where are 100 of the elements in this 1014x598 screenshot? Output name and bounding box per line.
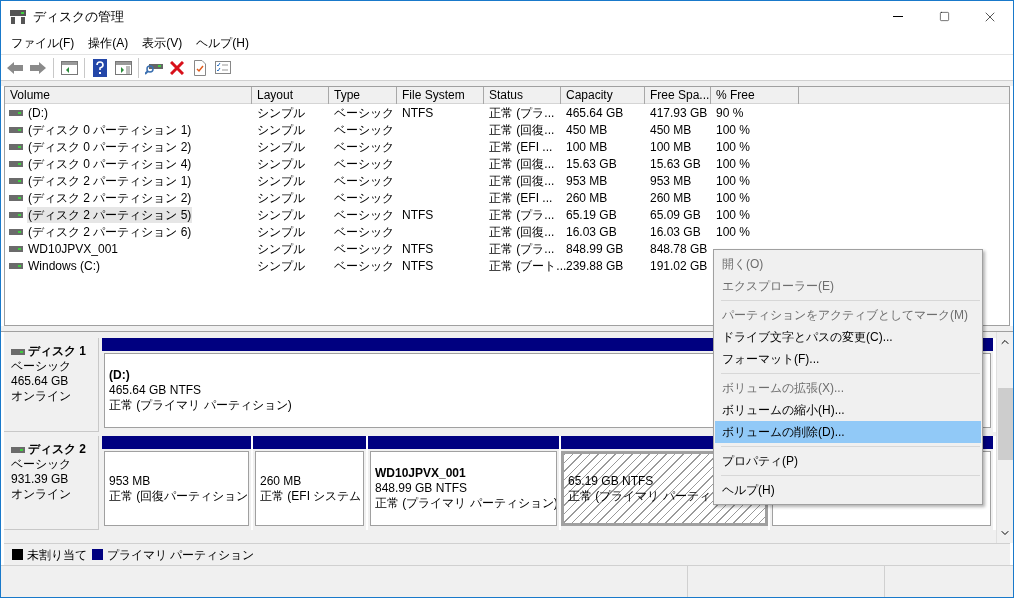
partition-size: 260 MB (260, 473, 302, 489)
menu-item[interactable]: 表示(V) (136, 33, 189, 53)
volume-name[interactable]: (D:) (27, 104, 49, 121)
disk-name: ディスク 2 (28, 442, 86, 457)
table-cell: 260 MB (565, 189, 609, 206)
table-cell: NTFS (401, 257, 435, 274)
table-cell: 953 MB (565, 172, 609, 189)
table-cell: シンプル (256, 138, 306, 155)
partition-status: 正常 (プライマリ パーティ (568, 488, 711, 504)
table-cell: ベーシック (333, 206, 395, 223)
table-cell: 100 % (715, 121, 752, 138)
table-cell: 450 MB (565, 121, 609, 138)
table-cell: 正常 (EFI ... (488, 189, 554, 206)
column-header[interactable]: Capacity (561, 87, 645, 104)
column-header[interactable]: Free Spa... (645, 87, 711, 104)
table-cell: 191.02 GB (649, 257, 709, 274)
menu-item[interactable]: ドライブ文字とパスの変更(C)... (715, 326, 981, 348)
table-cell: シンプル (256, 240, 306, 257)
partition-block[interactable]: 260 MB 正常 (EFI システム (255, 451, 364, 526)
partition-status: 正常 (回復パーティション (109, 488, 248, 504)
table-cell: ベーシック (333, 189, 395, 206)
partition-name: (D:) (109, 368, 130, 383)
table-cell: 848.78 GB (649, 240, 709, 257)
table-cell: 16.03 GB (565, 223, 618, 240)
volume-name[interactable]: (ディスク 2 パーティション 5) (27, 206, 193, 223)
table-cell: NTFS (401, 240, 435, 257)
table-cell: 90 % (715, 104, 745, 121)
legend-label: プライマリ パーティション (107, 546, 255, 564)
window-title: ディスクの管理 (33, 7, 124, 26)
disk-info-panel[interactable]: ディスク 2 ベーシック 931.39 GB オンライン (4, 436, 99, 530)
volume-name[interactable]: WD10JPVX_001 (27, 240, 120, 257)
disk-status: オンライン (11, 487, 72, 502)
table-cell: シンプル (256, 189, 306, 206)
volume-name[interactable]: (ディスク 2 パーティション 6) (27, 223, 193, 240)
table-cell: 65.19 GB (565, 206, 618, 223)
menu-item[interactable]: ボリュームの縮小(H)... (715, 399, 981, 421)
disk-size: 465.64 GB (11, 374, 70, 389)
table-cell: 848.99 GB (565, 240, 625, 257)
volume-name[interactable]: (ディスク 0 パーティション 2) (27, 138, 193, 155)
disk-info-panel[interactable]: ディスク 1 ベーシック 465.64 GB オンライン (4, 338, 99, 432)
table-cell-text: 正常 (ブート... (488, 257, 567, 274)
table-cell: 260 MB (649, 189, 693, 206)
table-cell: 16.03 GB (649, 223, 702, 240)
table-cell: シンプル (256, 155, 306, 172)
partition-size: 848.99 GB NTFS (375, 481, 468, 496)
table-cell: 100 % (715, 206, 752, 223)
partition-size: 953 MB (109, 473, 151, 489)
disk-name: ディスク 1 (28, 344, 86, 359)
partition-size: 65.19 GB NTFS (568, 473, 654, 489)
column-header[interactable]: Volume (5, 87, 252, 104)
table-cell: シンプル (256, 121, 306, 138)
table-cell: 65.09 GB (649, 206, 702, 223)
column-header[interactable]: Status (484, 87, 561, 104)
table-cell: 正常 (プラ... (488, 206, 556, 223)
volume-name[interactable]: (ディスク 0 パーティション 1) (27, 121, 193, 138)
table-cell: 100 % (715, 223, 752, 240)
menu-item[interactable]: ファイル(F) (5, 33, 81, 53)
table-cell: ベーシック (333, 155, 395, 172)
table-cell: 15.63 GB (649, 155, 702, 172)
table-cell: 100 MB (565, 138, 609, 155)
table-cell: 正常 (回復... (488, 155, 556, 172)
volume-name[interactable]: Windows (C:) (27, 257, 101, 274)
table-cell: 100 % (715, 172, 752, 189)
table-cell: 100 % (715, 189, 752, 206)
menu-item[interactable]: ヘルプ(H) (190, 33, 255, 53)
column-header[interactable]: % Free (711, 87, 799, 104)
column-header[interactable]: Type (329, 87, 397, 104)
column-header[interactable]: Layout (252, 87, 329, 104)
menu-item[interactable]: ボリュームの削除(D)... (715, 421, 981, 443)
table-cell: NTFS (401, 206, 435, 223)
table-cell: 450 MB (649, 121, 693, 138)
legend-label: 未割り当て (27, 546, 87, 564)
volume-name[interactable]: (ディスク 2 パーティション 1) (27, 172, 193, 189)
table-cell: 239.88 GB (565, 257, 625, 274)
table-cell: NTFS (401, 104, 435, 121)
menu-item[interactable]: 操作(A) (82, 33, 135, 53)
partition-block[interactable]: 953 MB 正常 (回復パーティション (104, 451, 249, 526)
table-cell: ベーシック (333, 257, 395, 274)
partition-name: WD10JPVX_001 (375, 466, 466, 481)
table-cell: シンプル (256, 104, 306, 121)
table-cell: 15.63 GB (565, 155, 618, 172)
disk-type: ベーシック (11, 457, 72, 472)
table-cell: シンプル (256, 172, 306, 189)
table-cell: ベーシック (333, 172, 395, 189)
table-cell: ベーシック (333, 104, 395, 121)
column-header[interactable]: File System (397, 87, 484, 104)
table-cell: ベーシック (333, 240, 395, 257)
table-cell: 100 % (715, 138, 752, 155)
volume-name[interactable]: (ディスク 0 パーティション 4) (27, 155, 193, 172)
table-cell: 正常 (回復... (488, 223, 556, 240)
table-cell: 正常 (EFI ... (488, 138, 554, 155)
disk-size: 931.39 GB (11, 472, 70, 487)
partition-status: 正常 (プライマリ パーティション) (109, 398, 292, 413)
disk-type: ベーシック (11, 359, 72, 374)
table-cell: 正常 (回復... (488, 172, 556, 189)
table-cell: 417.93 GB (649, 104, 709, 121)
table-cell: シンプル (256, 223, 306, 240)
partition-status: 正常 (EFI システム (260, 488, 362, 504)
disk-status: オンライン (11, 389, 72, 404)
volume-name[interactable]: (ディスク 2 パーティション 2) (27, 189, 193, 206)
